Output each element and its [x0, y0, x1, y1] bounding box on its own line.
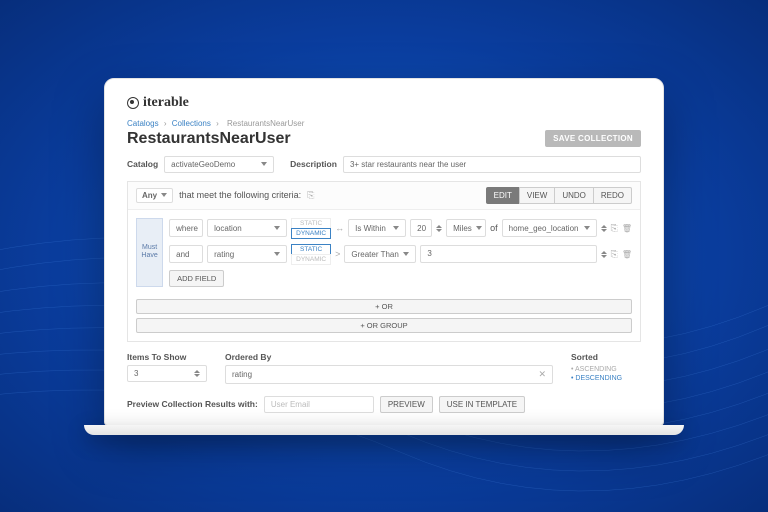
chevron-down-icon: [584, 226, 590, 230]
breadcrumb-collections[interactable]: Collections: [172, 119, 211, 128]
delete-row-icon[interactable]: [622, 223, 632, 233]
distance-stepper[interactable]: [436, 225, 442, 232]
copy-icon[interactable]: [307, 190, 314, 201]
mode-static[interactable]: STATIC: [291, 244, 331, 254]
distance-input[interactable]: 20: [410, 219, 432, 237]
conjunction-value: where: [176, 224, 198, 233]
operator-select[interactable]: Greater Than: [344, 245, 416, 263]
distance-value: 20: [417, 224, 426, 233]
must-have-tab[interactable]: Must Have: [136, 218, 163, 287]
mode-static[interactable]: STATIC: [291, 218, 331, 228]
brand-logo: iterable: [127, 95, 641, 111]
ordered-by-input[interactable]: rating ✕: [225, 365, 553, 384]
sort-descending[interactable]: • DESCENDING: [571, 374, 641, 383]
description-input[interactable]: 3+ star restaurants near the user: [343, 156, 641, 173]
field-select[interactable]: location: [207, 219, 287, 237]
or-button[interactable]: + OR: [136, 299, 632, 314]
clear-icon[interactable]: ✕: [538, 369, 546, 380]
arrows-icon: [335, 223, 344, 233]
brand-text: iterable: [143, 95, 189, 111]
scope-value: Any: [142, 191, 157, 200]
operator-value: Greater Than: [351, 250, 398, 259]
value-stepper[interactable]: [601, 251, 607, 258]
items-stepper[interactable]: [194, 370, 200, 377]
catalog-select[interactable]: activateGeoDemo: [164, 156, 274, 173]
sort-ascending[interactable]: • ASCENDING: [571, 365, 641, 374]
breadcrumb-catalogs[interactable]: Catalogs: [127, 119, 159, 128]
operator-value: Is Within: [355, 224, 386, 233]
chevron-down-icon: [161, 193, 167, 197]
copy-row-icon[interactable]: [611, 223, 618, 234]
preview-email-input[interactable]: User Email: [264, 396, 374, 413]
field-value: rating: [214, 250, 234, 259]
value-input[interactable]: 3: [420, 245, 596, 263]
target-value: home_geo_location: [509, 224, 579, 233]
items-to-show-label: Items To Show: [127, 352, 207, 362]
page-title: RestaurantsNearUser: [127, 130, 291, 148]
target-select[interactable]: home_geo_location: [502, 219, 597, 237]
criteria-row: and rating STATIC DYNAMIC Greater Than 3: [169, 244, 632, 265]
chevron-down-icon: [403, 252, 409, 256]
breadcrumb-current: RestaurantsNearUser: [227, 119, 304, 128]
chevron-down-icon: [476, 226, 482, 230]
mode-toggle[interactable]: STATIC DYNAMIC: [291, 244, 331, 265]
chevron-right-icon: ›: [216, 119, 219, 128]
target-stepper[interactable]: [601, 225, 607, 232]
panel-mode-buttons: EDIT VIEW UNDO REDO: [486, 187, 632, 204]
or-group-button[interactable]: + OR GROUP: [136, 318, 632, 333]
scope-select[interactable]: Any: [136, 188, 173, 203]
mode-dynamic[interactable]: DYNAMIC: [291, 228, 331, 239]
chevron-down-icon: [393, 226, 399, 230]
greater-than-icon: [335, 249, 340, 259]
ordered-by-label: Ordered By: [225, 352, 553, 362]
items-to-show-value: 3: [134, 369, 138, 378]
conjunction-value: and: [176, 250, 189, 259]
chevron-down-icon: [261, 162, 267, 166]
chevron-right-icon: ›: [164, 119, 167, 128]
operator-select[interactable]: Is Within: [348, 219, 406, 237]
laptop-base: [84, 425, 684, 435]
ordered-by-value: rating: [232, 370, 252, 379]
use-in-template-button[interactable]: USE IN TEMPLATE: [439, 396, 525, 413]
unit-select[interactable]: Miles: [446, 219, 486, 237]
scope-suffix: that meet the following criteria:: [179, 190, 301, 200]
conjunction-select[interactable]: where: [169, 219, 203, 237]
undo-button[interactable]: UNDO: [554, 187, 593, 204]
save-collection-button[interactable]: SAVE COLLECTION: [545, 130, 641, 147]
redo-button[interactable]: REDO: [593, 187, 632, 204]
unit-value: Miles: [453, 224, 472, 233]
description-value: 3+ star restaurants near the user: [350, 160, 466, 169]
chevron-down-icon: [274, 252, 280, 256]
criteria-row: where location STATIC DYNAMIC Is Within …: [169, 218, 632, 239]
edit-button[interactable]: EDIT: [486, 187, 519, 204]
preview-label: Preview Collection Results with:: [127, 399, 258, 409]
delete-row-icon[interactable]: [622, 249, 632, 259]
value-text: 3: [427, 249, 431, 258]
mode-dynamic[interactable]: DYNAMIC: [291, 254, 331, 265]
catalog-label: Catalog: [127, 159, 158, 169]
logo-icon: [127, 97, 139, 109]
mode-toggle[interactable]: STATIC DYNAMIC: [291, 218, 331, 239]
of-label: of: [490, 223, 498, 233]
copy-row-icon[interactable]: [611, 249, 618, 260]
field-value: location: [214, 224, 242, 233]
items-to-show-input[interactable]: 3: [127, 365, 207, 382]
field-select[interactable]: rating: [207, 245, 287, 263]
must-have-label: Must Have: [139, 244, 160, 261]
conjunction-select[interactable]: and: [169, 245, 203, 263]
preview-placeholder-text: User Email: [271, 400, 310, 409]
breadcrumb: Catalogs › Collections › RestaurantsNear…: [127, 119, 641, 128]
add-field-button[interactable]: ADD FIELD: [169, 270, 224, 287]
catalog-value: activateGeoDemo: [171, 160, 235, 169]
preview-button[interactable]: PREVIEW: [380, 396, 433, 413]
chevron-down-icon: [274, 226, 280, 230]
criteria-panel: Any that meet the following criteria: ED…: [127, 181, 641, 342]
description-label: Description: [290, 159, 337, 169]
sorted-label: Sorted: [571, 352, 641, 362]
view-button[interactable]: VIEW: [519, 187, 554, 204]
